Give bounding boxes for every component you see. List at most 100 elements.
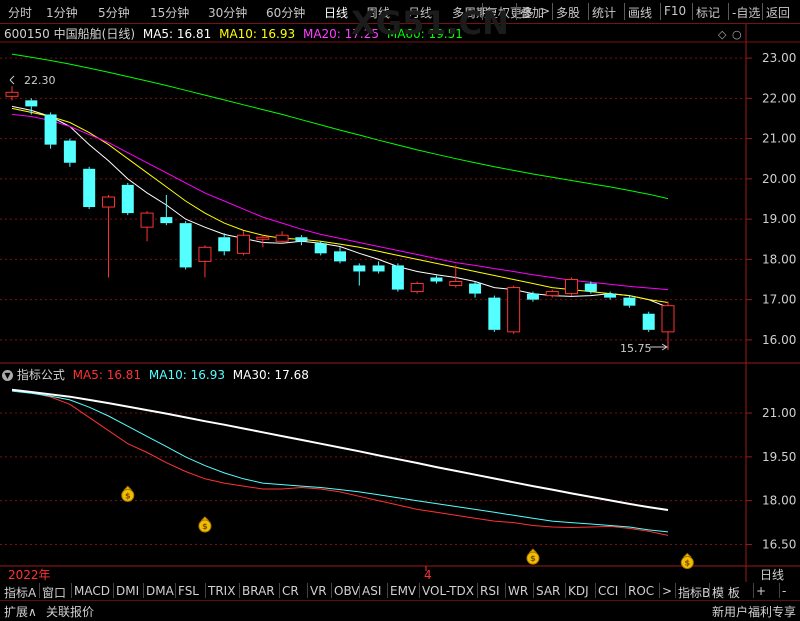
indicator-tab-1[interactable]: 窗口 xyxy=(42,584,66,601)
candle-body xyxy=(391,265,404,290)
indicator-tab-4[interactable]: DMA xyxy=(146,584,174,598)
svg-text:◇: ◇ xyxy=(718,28,727,41)
indicator-tab-18[interactable]: CCI xyxy=(598,584,618,598)
tab-separator xyxy=(387,583,388,598)
candle-body xyxy=(469,283,482,294)
circle-icon[interactable]: ○ xyxy=(732,28,742,41)
candle-body xyxy=(545,291,559,297)
diamond-icon[interactable]: ◇ xyxy=(718,28,727,41)
indicator-tab-12[interactable]: EMV xyxy=(390,584,416,598)
candle xyxy=(101,194,115,278)
indicator-tab-8[interactable]: CR xyxy=(282,584,299,598)
action-button-3[interactable]: 统计 xyxy=(592,4,616,21)
price-line-ma60 xyxy=(11,53,669,200)
tab-separator xyxy=(71,583,72,598)
indicator-tab-22[interactable]: 模 板 xyxy=(712,584,740,601)
chart-canvas[interactable]: XG51.CN ◇ ○ 16.0017.0018.0019.0020.0021.… xyxy=(0,0,800,582)
chevron-down-icon[interactable]: ▼ xyxy=(2,370,13,381)
tab-separator xyxy=(779,583,780,598)
action-button-4[interactable]: 画线 xyxy=(628,4,652,21)
indicator-tab-9[interactable]: VR xyxy=(310,584,327,598)
action-button-2[interactable]: 多股 xyxy=(556,4,580,21)
period-tab-1[interactable]: 1分钟 xyxy=(46,4,78,21)
tab-separator xyxy=(39,583,40,598)
period-tab-5[interactable]: 60分钟 xyxy=(266,4,305,21)
indicator-tab-16[interactable]: SAR xyxy=(536,584,560,598)
indicator-tab-19[interactable]: ROC xyxy=(628,584,654,598)
candle-body xyxy=(237,234,251,254)
indicator-tab-5[interactable]: FSL xyxy=(178,584,199,598)
tab-separator xyxy=(113,583,114,598)
indicator-tab-7[interactable]: BRAR xyxy=(242,584,275,598)
toolbar-separator xyxy=(552,3,553,20)
timeline-month: 4 xyxy=(424,568,432,582)
candle xyxy=(623,295,636,308)
candle xyxy=(295,235,308,246)
candle-body xyxy=(526,293,539,300)
candle-body xyxy=(121,184,134,214)
top-toolbar: 分时 1分钟 5分钟 15分钟 30分钟 60分钟 日线 周线 月线 多周期 更多 > 复权 叠加 多股统… xyxy=(0,0,800,24)
candle xyxy=(410,281,424,294)
candle-body xyxy=(507,287,521,333)
indicator-tab-20[interactable]: > xyxy=(662,584,672,598)
indicator-tab-14[interactable]: RSI xyxy=(480,584,500,598)
stock-name[interactable]: 中国船舶(日线) xyxy=(54,27,135,41)
indicator-tab-17[interactable]: KDJ xyxy=(568,584,589,598)
period-tab-2[interactable]: 5分钟 xyxy=(98,4,130,21)
indicator-tab-23[interactable]: + xyxy=(756,584,766,598)
indicator-tab-2[interactable]: MACD xyxy=(74,584,110,598)
indicator-name[interactable]: 指标公式 xyxy=(17,368,65,382)
candle xyxy=(526,291,539,302)
indicator-tab-3[interactable]: DMI xyxy=(116,584,139,598)
high-annotation: 22.30 xyxy=(9,74,56,87)
svg-text:○: ○ xyxy=(732,28,742,41)
tab-separator xyxy=(359,583,360,598)
indicator-panel-title: ▼ 指标公式 MA5: 16.81 MA10: 16.93 MA30: 17.6… xyxy=(2,366,309,383)
candle-body xyxy=(140,212,154,228)
indicator-tab-11[interactable]: ASI xyxy=(362,584,381,598)
action-button-6[interactable]: 标记 xyxy=(696,4,720,21)
price-tick-label: 23.00 xyxy=(762,51,796,65)
period-tab-3[interactable]: 15分钟 xyxy=(150,4,189,21)
candle-body xyxy=(449,281,463,287)
candle-body xyxy=(430,277,443,282)
indicator-tab-6[interactable]: TRIX xyxy=(208,584,235,598)
candle xyxy=(430,275,443,284)
action-button-5[interactable]: F10 xyxy=(664,4,686,18)
money-bag-icon: $ xyxy=(526,548,540,565)
action-button-8[interactable]: 返回 xyxy=(766,4,790,21)
tab-separator xyxy=(307,583,308,598)
timeline-year: 2022年 xyxy=(8,568,51,582)
indicator-tab-21[interactable]: 指标B xyxy=(678,584,710,601)
promo-link[interactable]: 新用户福利专享 xyxy=(712,603,796,620)
expand-button[interactable]: 扩展∧ xyxy=(4,603,37,620)
tab-separator xyxy=(675,583,676,598)
period-tab-8[interactable]: 月线 xyxy=(408,4,432,21)
action-button-0[interactable]: 复权 xyxy=(486,4,510,21)
indicator-tab-0[interactable]: 指标A xyxy=(4,584,36,601)
candle-body xyxy=(661,305,675,333)
price-tick-label: 19.00 xyxy=(762,212,796,226)
ind-ma10-legend: MA10: 16.93 xyxy=(148,368,225,382)
indicator-tab-24[interactable]: - xyxy=(782,584,786,598)
action-button-1[interactable]: 叠加 xyxy=(520,4,544,21)
candle-body xyxy=(198,246,212,262)
price-line-ma5 xyxy=(11,105,669,308)
toolbar-separator xyxy=(482,3,483,20)
indicator-tab-10[interactable]: OBV xyxy=(334,584,360,598)
money-bag-top xyxy=(683,552,692,558)
period-tab-4[interactable]: 30分钟 xyxy=(208,4,247,21)
period-tab-0[interactable]: 分时 xyxy=(8,4,32,21)
timeline-period[interactable]: 日线 xyxy=(760,568,784,582)
candle-body xyxy=(295,237,308,242)
period-tab-6[interactable]: 日线 xyxy=(324,4,348,21)
tab-separator xyxy=(595,583,596,598)
toolbar-separator xyxy=(588,3,589,20)
period-tab-7[interactable]: 周线 xyxy=(366,4,390,21)
action-button-7[interactable]: -自选 xyxy=(732,4,760,21)
indicator-tab-13[interactable]: VOL-TDX xyxy=(422,584,474,598)
related-quotes-button[interactable]: 关联报价 xyxy=(46,603,94,620)
money-bag-body xyxy=(680,556,694,570)
indicator-tab-15[interactable]: WR xyxy=(508,584,528,598)
candle-body xyxy=(101,196,115,208)
